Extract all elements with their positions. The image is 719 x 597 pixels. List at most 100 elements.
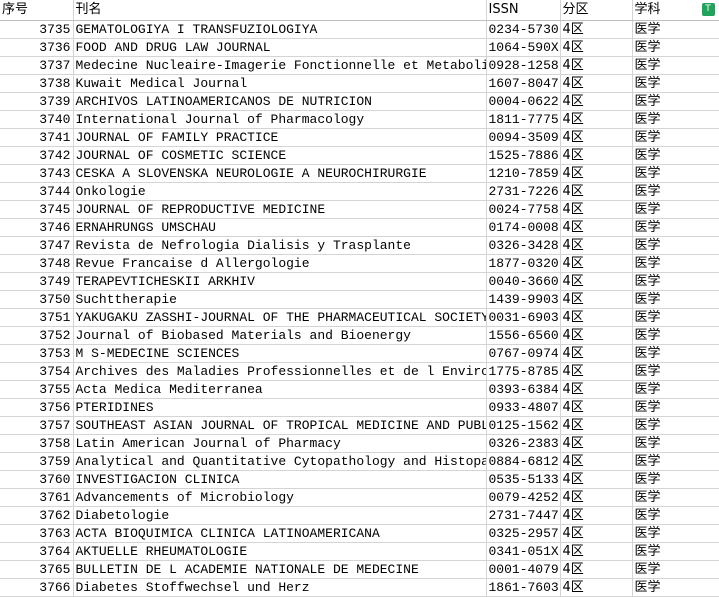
cell-seq[interactable]: 3739 [0,92,74,111]
cell-issn[interactable]: 1775-8785 [486,362,561,381]
cell-seq[interactable]: 3738 [0,74,74,93]
cell-seq[interactable]: 3761 [0,488,74,507]
filter-icon[interactable]: T [701,3,715,16]
cell-issn[interactable]: 0079-4252 [486,488,561,507]
cell-issn[interactable]: 1439-9903 [486,290,561,309]
cell-issn[interactable]: 1210-7859 [486,164,561,183]
cell-journal-name[interactable]: Medecine Nucleaire-Imagerie Fonctionnell… [73,56,487,75]
header-subject[interactable]: 学科 T [632,0,719,21]
cell-seq[interactable]: 3741 [0,128,74,147]
cell-journal-name[interactable]: Onkologie [73,182,487,201]
cell-subject[interactable]: 医学 [632,164,719,183]
cell-seq[interactable]: 3756 [0,398,74,417]
cell-issn[interactable]: 0884-6812 [486,452,561,471]
cell-journal-name[interactable]: Kuwait Medical Journal [73,74,487,93]
cell-zone[interactable]: 4区 [560,236,633,255]
cell-journal-name[interactable]: YAKUGAKU ZASSHI-JOURNAL OF THE PHARMACEU… [73,308,487,327]
cell-issn[interactable]: 1556-6560 [486,326,561,345]
cell-seq[interactable]: 3755 [0,380,74,399]
cell-subject[interactable]: 医学 [632,452,719,471]
cell-journal-name[interactable]: FOOD AND DRUG LAW JOURNAL [73,38,487,57]
cell-subject[interactable]: 医学 [632,308,719,327]
cell-zone[interactable]: 4区 [560,452,633,471]
cell-subject[interactable]: 医学 [632,20,719,39]
cell-issn[interactable]: 0767-0974 [486,344,561,363]
cell-issn[interactable]: 0928-1258 [486,56,561,75]
cell-issn[interactable]: 0024-7758 [486,200,561,219]
cell-subject[interactable]: 医学 [632,470,719,489]
cell-zone[interactable]: 4区 [560,254,633,273]
cell-seq[interactable]: 3766 [0,578,74,597]
cell-subject[interactable]: 医学 [632,290,719,309]
header-issn[interactable]: ISSN [486,0,561,21]
cell-subject[interactable]: 医学 [632,344,719,363]
cell-seq[interactable]: 3765 [0,560,74,579]
cell-seq[interactable]: 3737 [0,56,74,75]
header-name[interactable]: 刊名 [73,0,487,21]
cell-journal-name[interactable]: SOUTHEAST ASIAN JOURNAL OF TROPICAL MEDI… [73,416,487,435]
cell-issn[interactable]: 0393-6384 [486,380,561,399]
cell-seq[interactable]: 3745 [0,200,74,219]
cell-journal-name[interactable]: Revue Francaise d Allergologie [73,254,487,273]
cell-issn[interactable]: 0004-0622 [486,92,561,111]
cell-seq[interactable]: 3760 [0,470,74,489]
cell-journal-name[interactable]: Revista de Nefrologia Dialisis y Traspla… [73,236,487,255]
cell-seq[interactable]: 3748 [0,254,74,273]
cell-issn[interactable]: 0040-3660 [486,272,561,291]
cell-subject[interactable]: 医学 [632,434,719,453]
cell-journal-name[interactable]: Advancements of Microbiology [73,488,487,507]
cell-seq[interactable]: 3749 [0,272,74,291]
cell-journal-name[interactable]: Diabetologie [73,506,487,525]
cell-issn[interactable]: 0341-051X [486,542,561,561]
cell-zone[interactable]: 4区 [560,110,633,129]
cell-seq[interactable]: 3754 [0,362,74,381]
cell-seq[interactable]: 3751 [0,308,74,327]
cell-zone[interactable]: 4区 [560,380,633,399]
cell-journal-name[interactable]: Journal of Biobased Materials and Bioene… [73,326,487,345]
cell-subject[interactable]: 医学 [632,110,719,129]
cell-zone[interactable]: 4区 [560,146,633,165]
cell-journal-name[interactable]: TERAPEVTICHESKII ARKHIV [73,272,487,291]
cell-issn[interactable]: 1607-8047 [486,74,561,93]
cell-zone[interactable]: 4区 [560,272,633,291]
cell-journal-name[interactable]: JOURNAL OF REPRODUCTIVE MEDICINE [73,200,487,219]
cell-subject[interactable]: 医学 [632,56,719,75]
cell-subject[interactable]: 医学 [632,254,719,273]
cell-issn[interactable]: 0001-4079 [486,560,561,579]
cell-journal-name[interactable]: Latin American Journal of Pharmacy [73,434,487,453]
cell-journal-name[interactable]: ARCHIVOS LATINOAMERICANOS DE NUTRICION [73,92,487,111]
cell-issn[interactable]: 0174-0008 [486,218,561,237]
cell-issn[interactable]: 0031-6903 [486,308,561,327]
cell-journal-name[interactable]: GEMATOLOGIYA I TRANSFUZIOLOGIYA [73,20,487,39]
cell-journal-name[interactable]: BULLETIN DE L ACADEMIE NATIONALE DE MEDE… [73,560,487,579]
cell-zone[interactable]: 4区 [560,20,633,39]
cell-seq[interactable]: 3740 [0,110,74,129]
cell-zone[interactable]: 4区 [560,506,633,525]
cell-journal-name[interactable]: Suchttherapie [73,290,487,309]
cell-seq[interactable]: 3764 [0,542,74,561]
cell-issn[interactable]: 0325-2957 [486,524,561,543]
cell-journal-name[interactable]: Archives des Maladies Professionnelles e… [73,362,487,381]
cell-seq[interactable]: 3744 [0,182,74,201]
cell-zone[interactable]: 4区 [560,182,633,201]
cell-subject[interactable]: 医学 [632,488,719,507]
cell-journal-name[interactable]: PTERIDINES [73,398,487,417]
cell-subject[interactable]: 医学 [632,92,719,111]
cell-subject[interactable]: 医学 [632,398,719,417]
cell-seq[interactable]: 3762 [0,506,74,525]
cell-zone[interactable]: 4区 [560,416,633,435]
cell-zone[interactable]: 4区 [560,92,633,111]
cell-zone[interactable]: 4区 [560,200,633,219]
cell-zone[interactable]: 4区 [560,398,633,417]
cell-issn[interactable]: 2731-7226 [486,182,561,201]
cell-issn[interactable]: 0535-5133 [486,470,561,489]
cell-issn[interactable]: 2731-7447 [486,506,561,525]
cell-journal-name[interactable]: ERNAHRUNGS UMSCHAU [73,218,487,237]
cell-subject[interactable]: 医学 [632,182,719,201]
cell-issn[interactable]: 1811-7775 [486,110,561,129]
cell-issn[interactable]: 0933-4807 [486,398,561,417]
cell-seq[interactable]: 3746 [0,218,74,237]
cell-issn[interactable]: 1525-7886 [486,146,561,165]
cell-zone[interactable]: 4区 [560,290,633,309]
cell-subject[interactable]: 医学 [632,128,719,147]
